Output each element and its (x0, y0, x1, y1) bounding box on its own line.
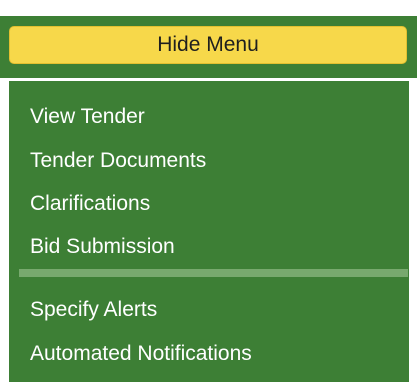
menu-item-specify-alerts[interactable]: Specify Alerts (30, 299, 157, 320)
menu-panel: Hide Menu View Tender Tender Documents C… (0, 0, 417, 382)
menu-body: View Tender Tender Documents Clarificati… (9, 81, 409, 382)
menu-item-clarifications[interactable]: Clarifications (30, 193, 150, 214)
hide-menu-button[interactable]: Hide Menu (9, 26, 407, 64)
menu-item-automated-notifications[interactable]: Automated Notifications (30, 343, 252, 364)
menu-item-bid-submission[interactable]: Bid Submission (30, 236, 175, 257)
menu-item-tender-documents[interactable]: Tender Documents (30, 150, 206, 171)
menu-separator (19, 269, 408, 277)
menu-item-view-tender[interactable]: View Tender (30, 106, 145, 127)
